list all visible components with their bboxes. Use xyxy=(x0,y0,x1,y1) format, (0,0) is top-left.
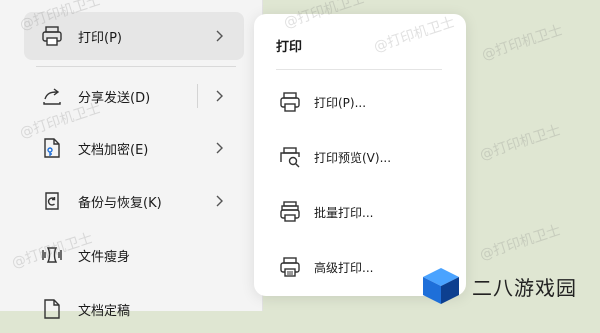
file-slim-icon xyxy=(40,243,64,267)
print-submenu: 打印 打印(P)... 打印预览(V)... 批量打印... 高级打印... xyxy=(254,14,466,296)
brand-name: 二八游戏园 xyxy=(472,275,577,300)
submenu-item-label: 高级打印... xyxy=(314,261,374,275)
menu-item-label: 文档加密(E) xyxy=(78,142,149,158)
brand-logo: 二八游戏园 xyxy=(420,266,590,306)
menu-item-file-slim[interactable]: 文件瘦身 xyxy=(24,231,244,279)
share-icon xyxy=(40,84,64,108)
menu-item-share[interactable]: 分享发送(D) xyxy=(24,72,244,120)
print-preview-icon xyxy=(278,145,302,169)
printer-icon xyxy=(278,90,302,114)
menu-item-encrypt[interactable]: 文档加密(E) xyxy=(24,124,244,172)
watermark: @打印机卫士 xyxy=(477,222,563,264)
submenu-item-label: 批量打印... xyxy=(314,206,374,220)
chevron-right-icon xyxy=(212,194,226,208)
menu-item-print[interactable]: 打印(P) xyxy=(24,12,244,60)
submenu-title: 打印 xyxy=(276,40,303,55)
menu-item-backup[interactable]: 备份与恢复(K) xyxy=(24,177,244,225)
document-finalize-icon xyxy=(40,297,64,321)
menu-item-label: 备份与恢复(K) xyxy=(78,195,162,211)
submenu-item-print[interactable]: 打印(P)... xyxy=(270,84,450,120)
advanced-print-icon xyxy=(278,255,302,279)
submenu-divider xyxy=(276,69,442,70)
watermark: @打印机卫士 xyxy=(477,122,563,164)
batch-print-icon xyxy=(278,200,302,224)
watermark: @打印机卫士 xyxy=(479,22,565,64)
submenu-item-print-preview[interactable]: 打印预览(V)... xyxy=(270,139,450,175)
submenu-item-label: 打印(P)... xyxy=(314,96,367,110)
submenu-item-batch-print[interactable]: 批量打印... xyxy=(270,194,450,230)
menu-item-label: 分享发送(D) xyxy=(78,90,151,106)
chevron-right-icon xyxy=(212,89,226,103)
menu-item-finalize[interactable]: 文档定稿 xyxy=(24,285,244,333)
chevron-right-icon xyxy=(212,141,226,155)
menu-divider xyxy=(36,66,236,67)
printer-icon xyxy=(40,24,64,48)
file-menu: 打印(P) 分享发送(D) 文档加密(E) 备份与恢复(K) 文件瘦身 文档定稿 xyxy=(0,0,263,319)
document-key-icon xyxy=(40,136,64,160)
menu-item-separator xyxy=(197,84,198,108)
menu-item-label: 文件瘦身 xyxy=(78,249,131,265)
submenu-item-label: 打印预览(V)... xyxy=(314,151,392,165)
menu-item-label: 打印(P) xyxy=(78,30,122,46)
backup-restore-icon xyxy=(40,189,64,213)
cube-logo-icon xyxy=(420,266,462,306)
menu-item-label: 文档定稿 xyxy=(78,303,131,319)
chevron-right-icon xyxy=(212,29,226,43)
